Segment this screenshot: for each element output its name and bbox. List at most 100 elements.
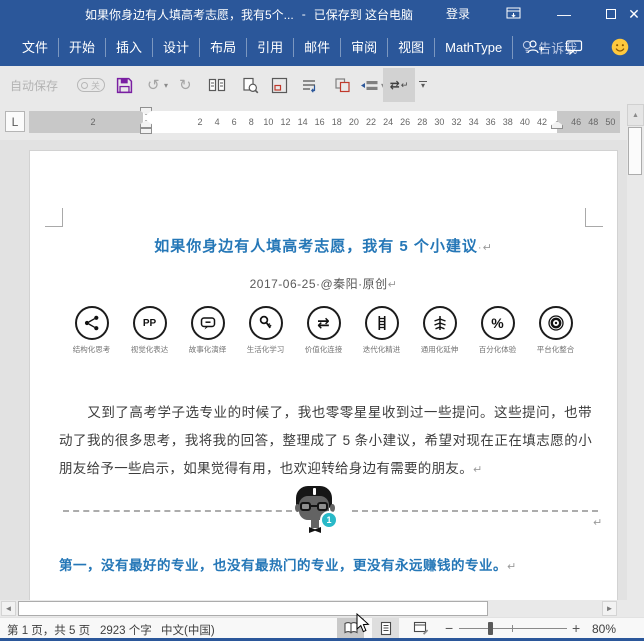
scroll-right-button[interactable]: ► [602, 601, 617, 616]
two-pages-icon [208, 78, 226, 92]
zoom-slider-track[interactable] [459, 628, 567, 629]
ruler-number: 20 [348, 117, 359, 127]
ruler-margin-number: 2 [90, 117, 96, 127]
ruler-number: 50 [605, 117, 616, 127]
autosave-toggle[interactable]: 关 [77, 78, 105, 92]
zoom-out-button[interactable]: − [445, 620, 453, 636]
language-status[interactable]: 中文(中国) [161, 622, 215, 638]
save-button[interactable] [116, 66, 133, 104]
side-by-side-view-button[interactable] [208, 66, 226, 104]
scroll-left-button[interactable]: ◄ [1, 601, 16, 616]
vertical-scrollbar-thumb[interactable] [628, 127, 642, 175]
redo-button[interactable]: ↻ [179, 66, 192, 104]
icon-item: % 百分化体验 [473, 306, 522, 355]
icon-item: PP 视觉化表达 [125, 306, 174, 355]
tab-view[interactable]: 视图 [387, 37, 434, 57]
ruler-number: 12 [280, 117, 291, 127]
ruler-number: 28 [417, 117, 428, 127]
tab-insert[interactable]: 插入 [105, 37, 152, 57]
left-indent-marker[interactable] [140, 128, 152, 134]
show-formatting-marks-button[interactable]: ⇄ ↵ [383, 68, 415, 102]
read-mode-button[interactable] [337, 618, 364, 638]
return-mark: ↵ [473, 463, 483, 476]
smiley-icon [611, 38, 629, 56]
tab-design[interactable]: 设计 [152, 37, 199, 57]
zoom-in-button[interactable]: + [572, 620, 580, 636]
author-avatar-image[interactable]: 1 [292, 486, 338, 538]
tab-references[interactable]: 引用 [246, 37, 293, 57]
print-layout-icon [380, 621, 391, 635]
avatar-number-badge: 1 [320, 511, 338, 529]
page-border-icon [271, 77, 288, 93]
feedback-smiley-button[interactable] [611, 28, 629, 66]
undo-button[interactable]: ↺ [147, 66, 160, 104]
tab-review[interactable]: 审阅 [340, 37, 387, 57]
web-layout-icon [413, 621, 428, 635]
maximize-button[interactable] [599, 0, 623, 28]
ruler-number: 6 [231, 117, 237, 127]
ruler-number: 16 [314, 117, 325, 127]
margin-crop-mark-left [45, 208, 63, 227]
margin-crop-mark-right [585, 208, 603, 227]
icon-item: 通用化延伸 [415, 306, 464, 355]
horizontal-scrollbar[interactable]: ◄ ► [0, 600, 644, 617]
status-bar: 第 1 页，共 5 页 2923 个字 中文(中国) − + 80% [0, 617, 644, 638]
title-dash: - [301, 7, 306, 21]
word-count-status[interactable]: 2923 个字 [100, 622, 152, 638]
copy-format-button[interactable] [334, 66, 351, 104]
tab-layout[interactable]: 布局 [199, 37, 246, 57]
horizontal-scrollbar-thumb[interactable] [18, 601, 488, 616]
ruler-number: 4 [214, 117, 220, 127]
print-preview-button[interactable] [242, 66, 259, 104]
ruler-number: 48 [588, 117, 599, 127]
zoom-slider-center-tick [512, 625, 513, 632]
tab-mathtype[interactable]: MathType [434, 37, 512, 57]
speech-bubble-icon [190, 306, 225, 340]
page-break-button[interactable] [360, 66, 379, 104]
zoom-level[interactable]: 80% [592, 622, 616, 636]
page-borders-button[interactable] [271, 66, 288, 104]
tab-file[interactable]: 文件 [12, 38, 58, 57]
ruler-number: 34 [468, 117, 479, 127]
autosave-state: 关 [91, 80, 101, 91]
vertical-scrollbar[interactable] [627, 126, 644, 600]
swap-arrows-icon: ⇄ [306, 306, 341, 340]
ruler-number: 26 [400, 117, 411, 127]
paragraph-settings-button[interactable] [301, 66, 318, 104]
person-add-icon [527, 40, 544, 54]
zoom-slider-thumb[interactable] [488, 622, 493, 635]
tab-stop-selector[interactable]: L [5, 111, 25, 132]
share-contact-button[interactable] [526, 28, 545, 66]
scroll-up-button[interactable]: ▲ [627, 104, 644, 126]
ribbon-tab-bar: 文件 开始 插入 设计 布局 引用 邮件 审阅 视图 MathType 告诉我 [0, 28, 644, 66]
close-button[interactable]: ✕ [624, 0, 644, 28]
percent-icon: % [480, 306, 515, 340]
ribbon-display-options-button[interactable] [502, 0, 526, 28]
ruler-strip[interactable]: 2 2 4 6 8 10 12 14 16 18 20 22 24 26 28 30 32 34 36 38 40 42… [29, 111, 620, 133]
icon-item: 迭代化精进 [357, 306, 406, 355]
ladder-icon [364, 306, 399, 340]
ruler-number: 30 [434, 117, 445, 127]
customize-qat-button[interactable]: ▾ [419, 66, 427, 104]
tab-mailings[interactable]: 邮件 [293, 37, 340, 57]
undo-dropdown[interactable]: ▾ [164, 66, 168, 104]
title-bar: 如果你身边有人填高考志愿，我有5个... - 已保存到 这台电脑 登录 — ✕ [0, 0, 644, 28]
word-window: 如果你身边有人填高考志愿，我有5个... - 已保存到 这台电脑 登录 — ✕ … [0, 0, 644, 641]
pp-letters-icon: PP [132, 306, 167, 340]
web-layout-button[interactable] [407, 618, 434, 638]
icon-item: ⇄ 价值化连接 [299, 306, 348, 355]
print-layout-button[interactable] [372, 618, 399, 638]
key-icon [248, 306, 283, 340]
ruler-number: 8 [248, 117, 254, 127]
sign-in-button[interactable]: 登录 [440, 0, 476, 28]
page-number-status[interactable]: 第 1 页，共 5 页 [7, 622, 90, 638]
tab-home[interactable]: 开始 [58, 37, 105, 57]
return-mark: ↵ [593, 517, 603, 529]
comments-button[interactable] [565, 28, 583, 66]
ruler-number: 36 [485, 117, 496, 127]
comment-icon [565, 40, 583, 55]
saved-status[interactable]: 已保存到 这台电脑 [314, 6, 413, 23]
formatting-marks-icon: ⇄ [389, 78, 400, 92]
minimize-button[interactable]: — [552, 0, 576, 28]
document-page[interactable]: 如果你身边有人填高考志愿，我有 5 个小建议·↵ 2017-06-25·@秦阳·… [29, 150, 618, 600]
